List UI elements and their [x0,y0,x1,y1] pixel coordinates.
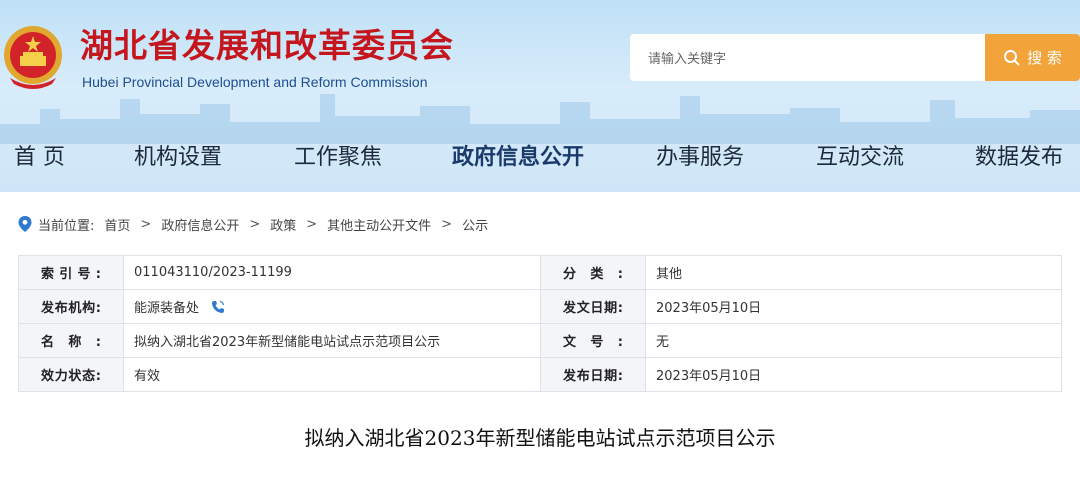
breadcrumb-item-other-files[interactable]: 其他主动公开文件 [327,215,431,234]
breadcrumb-item-policy[interactable]: 政策 [270,215,296,234]
site-title: 湖北省发展和改革委员会 [80,26,454,65]
table-row: 名称: 拟纳入湖北省2023年新型储能电站试点示范项目公示 文号: 无 [18,323,1062,358]
location-pin-icon [18,216,32,232]
nav-item-data-release[interactable]: 数据发布 [975,136,1063,180]
issue-date-label: 发文日期: [540,289,646,324]
publisher-value: 能源装备处 [134,301,200,316]
category-value: 其他 [645,255,1062,290]
nav-item-gov-info-disclosure[interactable]: 政府信息公开 [452,136,584,180]
breadcrumb-separator: > [249,216,261,232]
main-content: 当前位置: 首页 > 政府信息公开 > 政策 > 其他主动公开文件 > 公示 索… [0,192,1080,498]
search-placeholder: 请输入关键字 [648,52,727,67]
index-number-label: 索引号: [18,255,124,290]
site-subtitle: Hubei Provincial Development and Reform … [82,74,428,90]
validity-status-label: 效力状态: [18,357,124,392]
table-row: 效力状态: 有效 发布日期: 2023年05月10日 [18,357,1062,392]
table-row: 发布机构: 能源装备处 发文日期: 2023年05月10日 [18,289,1062,324]
nav-item-home[interactable]: 首 页 [14,136,65,180]
nav-item-work-focus[interactable]: 工作聚焦 [294,136,382,180]
search-button-label: 搜 索 [1027,49,1062,67]
category-label: 分类: [540,255,646,290]
name-label: 名称: [18,323,124,358]
nav-item-services[interactable]: 办事服务 [656,136,744,180]
breadcrumb-prefix: 当前位置: [38,218,95,234]
search-icon [1004,49,1020,66]
publisher-label: 发布机构: [18,289,124,324]
main-nav: 首 页 机构设置 工作聚焦 政府信息公开 办事服务 互动交流 数据发布 [0,136,1080,180]
breadcrumb-item-home[interactable]: 首页 [104,215,130,234]
national-emblem-icon [4,26,62,89]
issue-date-value: 2023年05月10日 [645,289,1062,324]
validity-status-value: 有效 [123,357,541,392]
publisher-cell: 能源装备处 [123,289,541,324]
document-title: 拟纳入湖北省2023年新型储能电站试点示范项目公示 [304,426,776,450]
publish-date-label: 发布日期: [540,357,646,392]
nav-item-interaction[interactable]: 互动交流 [816,136,904,180]
document-number-value: 无 [645,323,1062,358]
publish-date-value: 2023年05月10日 [645,357,1062,392]
document-metadata-table: 索引号: 011043110/2023-11199 分类: 其他 发布机构: 能… [18,255,1062,392]
breadcrumb-item-gov-info[interactable]: 政府信息公开 [161,215,239,234]
index-number-value: 011043110/2023-11199 [123,255,541,290]
search-input[interactable]: 请输入关键字 [630,34,985,81]
search-button[interactable]: 搜 索 [985,34,1080,81]
breadcrumb-item-notice[interactable]: 公示 [462,215,488,234]
site-header: 湖北省发展和改革委员会 Hubei Provincial Development… [0,0,1080,192]
table-row: 索引号: 011043110/2023-11199 分类: 其他 [18,255,1062,290]
phone-icon[interactable] [211,300,225,314]
city-skyline-decoration [0,94,1080,144]
breadcrumb-separator: > [441,216,453,232]
breadcrumb-separator: > [140,216,152,232]
document-number-label: 文号: [540,323,646,358]
breadcrumb-separator: > [306,216,318,232]
breadcrumb: 当前位置: 首页 > 政府信息公开 > 政策 > 其他主动公开文件 > 公示 [18,206,1062,242]
nav-item-organization[interactable]: 机构设置 [134,136,222,180]
name-value: 拟纳入湖北省2023年新型储能电站试点示范项目公示 [123,323,541,358]
